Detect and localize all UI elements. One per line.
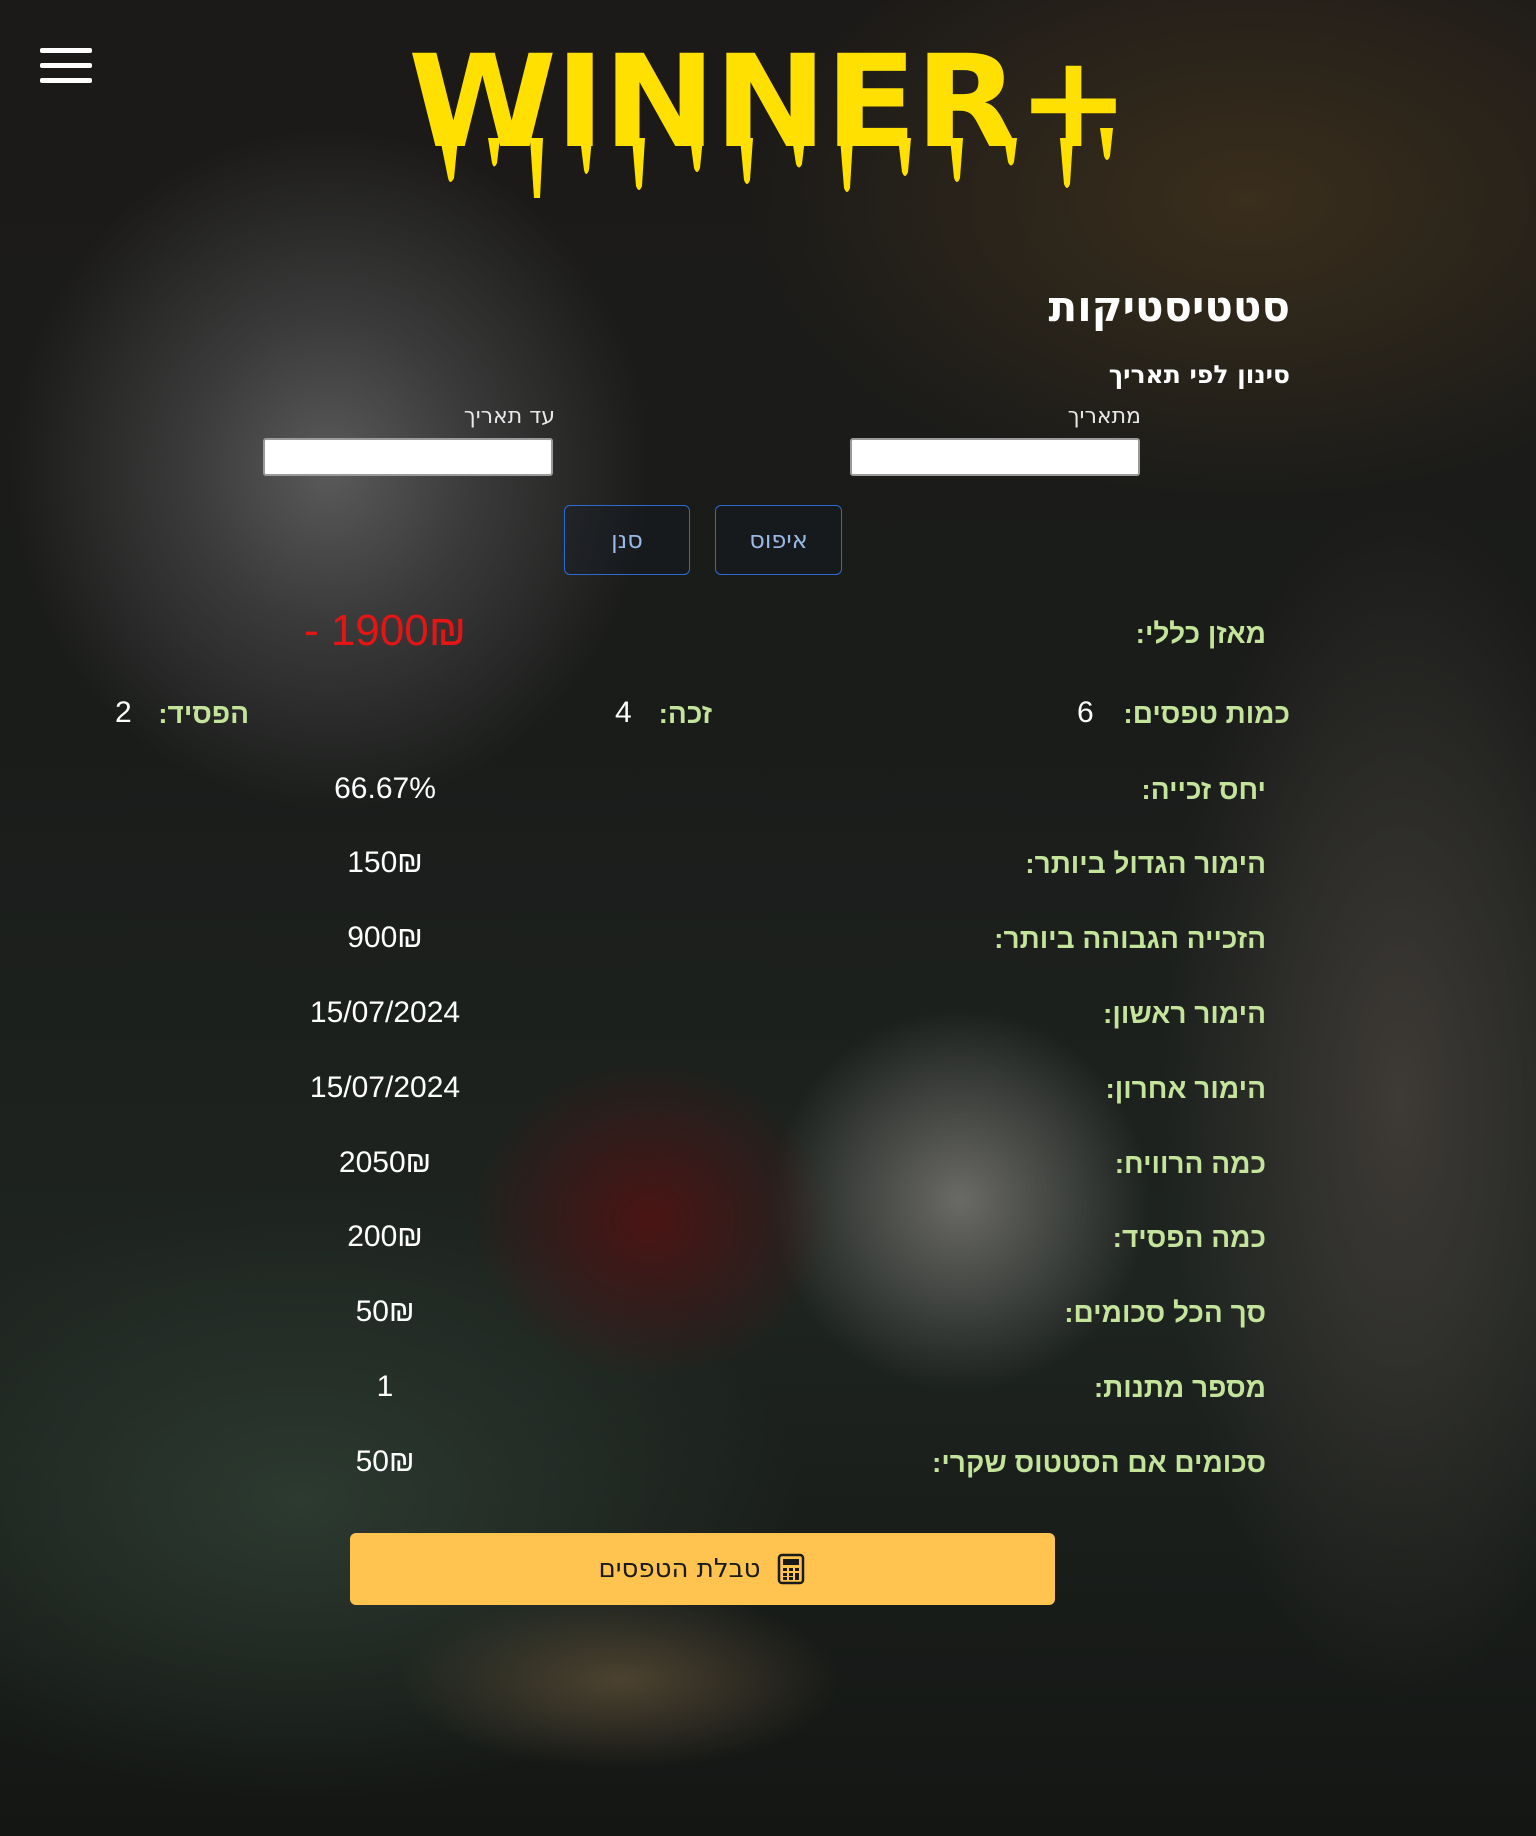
filter-button[interactable]: סנן xyxy=(564,505,690,575)
balance-value: - 1900₪ xyxy=(303,606,467,655)
bets-table-button-label: טבלת הטפסים xyxy=(598,1554,761,1584)
win-ratio-value: 66.67% xyxy=(334,772,436,805)
from-date-label: מתאריך xyxy=(1067,404,1141,429)
win-ratio-label: יחס זכייה: xyxy=(1141,774,1266,805)
to-date-input[interactable] xyxy=(263,438,553,476)
page-title: סטטיסטיקות xyxy=(1048,282,1290,331)
total-loss-label: כמה הפסיד: xyxy=(1112,1222,1266,1253)
bets-count-label: כמות טפסים: xyxy=(1123,698,1290,729)
highest-win-value: 900₪ xyxy=(347,921,423,954)
calculator-icon xyxy=(777,1553,804,1585)
reset-button[interactable]: איפוס xyxy=(715,505,842,575)
gifts-count-label: מספר מתנות: xyxy=(1093,1372,1266,1403)
bets-count-value: 6 xyxy=(1077,696,1094,729)
won-value: 4 xyxy=(615,696,632,729)
highest-win-label: הזכייה הגבוהה ביותר: xyxy=(994,923,1266,954)
bets-table-button[interactable]: טבלת הטפסים xyxy=(350,1533,1055,1605)
largest-bet-value: 150₪ xyxy=(347,846,423,879)
first-bet-label: הימור ראשון: xyxy=(1103,998,1266,1029)
from-date-input[interactable] xyxy=(850,438,1140,476)
total-loss-value: 200₪ xyxy=(347,1220,423,1253)
total-amounts-value: 50₪ xyxy=(355,1295,415,1328)
balance-label: מאזן כללי: xyxy=(1135,618,1266,649)
false-status-amounts-value: 50₪ xyxy=(355,1445,415,1478)
first-bet-value: 15/07/2024 xyxy=(309,996,461,1029)
lost-value: 2 xyxy=(115,696,132,729)
total-profit-label: כמה הרוויח: xyxy=(1114,1148,1266,1179)
total-amounts-label: סך הכל סכומים: xyxy=(1064,1297,1266,1328)
gifts-count-value: 1 xyxy=(376,1370,394,1403)
largest-bet-label: הימור הגדול ביותר: xyxy=(1025,848,1266,879)
false-status-amounts-label: סכומים אם הסטטוס שקרי: xyxy=(932,1447,1266,1478)
total-profit-value: 2050₪ xyxy=(338,1146,432,1179)
last-bet-label: הימור אחרון: xyxy=(1105,1073,1266,1104)
filter-title: סינון לפי תאריך xyxy=(1108,360,1290,389)
to-date-label: עד תאריך xyxy=(463,404,555,429)
won-label: זכה: xyxy=(658,698,712,729)
last-bet-value: 15/07/2024 xyxy=(309,1071,461,1104)
lost-label: הפסיד: xyxy=(158,698,249,729)
